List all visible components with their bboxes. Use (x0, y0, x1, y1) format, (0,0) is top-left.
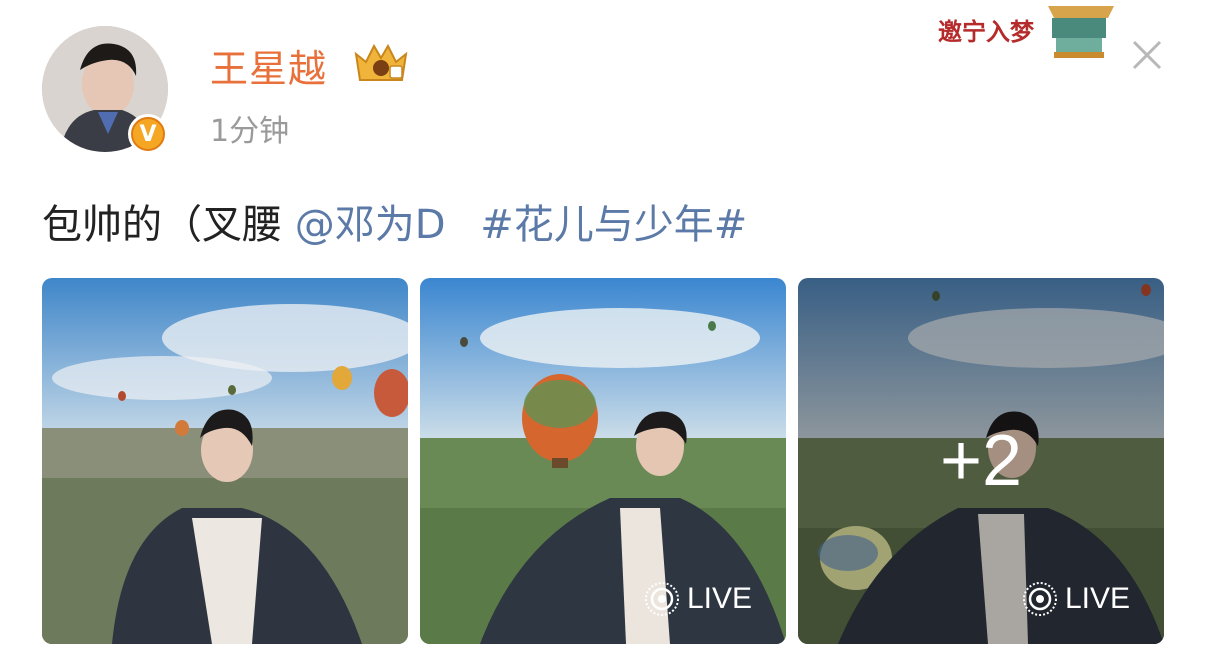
timestamp: 1分钟 (210, 114, 290, 149)
live-label: LIVE (686, 582, 752, 615)
mention-link[interactable]: @邓为D (295, 202, 446, 248)
verified-badge-icon: V (128, 114, 168, 154)
live-badge: LIVE (1021, 580, 1130, 618)
post-text: 包帅的（叉腰 @邓为D #花儿与少年# (42, 192, 747, 250)
username[interactable]: 王星越 (210, 38, 327, 93)
photo-1[interactable] (42, 278, 408, 644)
live-icon (1022, 582, 1057, 616)
decoration-text: 邀宁入梦 (938, 17, 1034, 46)
photo-2[interactable]: LIVE (420, 278, 786, 644)
live-icon (644, 582, 679, 616)
photo-3[interactable]: +2 LIVE (798, 278, 1164, 644)
post-text-body: 包帅的（叉腰 (42, 202, 282, 248)
live-label: LIVE (1064, 582, 1130, 615)
crown-icon (354, 43, 408, 81)
more-photos-count: +2 (939, 421, 1023, 501)
topic-link[interactable]: #花儿与少年# (480, 202, 747, 248)
live-badge: LIVE (643, 580, 752, 618)
close-icon[interactable] (1128, 36, 1166, 74)
